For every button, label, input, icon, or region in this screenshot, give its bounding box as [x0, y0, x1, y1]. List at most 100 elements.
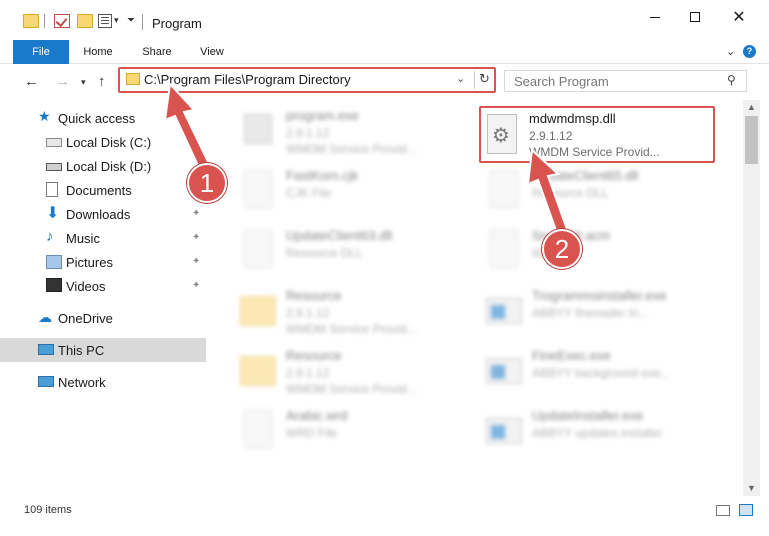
scroll-up-icon[interactable]: ▲	[747, 102, 756, 112]
pin-icon: ✦	[192, 256, 201, 267]
new-folder-icon[interactable]	[77, 14, 93, 28]
file-name: Trogrammsinstaller.exe	[532, 288, 667, 303]
sidebar-item-label: Downloads	[66, 207, 131, 222]
document-icon	[238, 408, 278, 452]
forward-arrow-icon[interactable]: →	[55, 73, 70, 90]
sidebar-item-downloads[interactable]: ⬇ Downloads ✦	[0, 202, 206, 226]
tab-file[interactable]: File	[13, 40, 69, 64]
sidebar-item-videos[interactable]: Videos ✦	[0, 274, 206, 298]
disk-icon	[46, 163, 62, 171]
list-properties-icon[interactable]	[98, 14, 112, 28]
sidebar-item-label: Local Disk (C:)	[66, 135, 152, 150]
search-input[interactable]: Search Program	[514, 74, 609, 89]
installer-icon	[484, 288, 524, 332]
tab-view[interactable]: View	[195, 40, 229, 64]
pin-icon: ✦	[192, 208, 201, 219]
highlighted-file-mdwmdmsp[interactable]: mdwmdmsp.dll 2.9.1.12 WMDM Service Provi…	[479, 106, 715, 163]
details-view-icon[interactable]	[716, 505, 730, 516]
file-name: Resource	[286, 288, 342, 303]
file-version: 2.9.1.12	[286, 306, 330, 320]
close-button[interactable]: ✕	[716, 0, 762, 34]
file-item[interactable]: Trogrammsinstaller.exe ABBYY fineoader t…	[480, 284, 720, 338]
vertical-scrollbar[interactable]: ▲ ▼	[743, 100, 760, 496]
address-dropdown-icon[interactable]: ⌄	[456, 72, 465, 85]
sidebar-item-label: Network	[58, 375, 106, 390]
title-divider	[142, 14, 143, 30]
file-name: UpdateInstaller.exe	[532, 408, 644, 423]
file-item[interactable]: FastKorn.cjk CJK File	[234, 164, 474, 218]
file-item[interactable]: UpdateClient63.dll Resource DLL	[234, 224, 474, 278]
file-description: WMDM Service Provid...	[286, 322, 417, 336]
search-icon[interactable]: ⚲	[727, 73, 736, 87]
tab-home[interactable]: Home	[78, 40, 118, 64]
file-name: UpdateClient63.dll	[286, 228, 393, 243]
file-type: WRD File	[286, 426, 338, 440]
file-item[interactable]: Resource 2.9.1.12 WMDM Service Provid...	[234, 344, 474, 398]
document-icon	[238, 228, 278, 272]
expand-ribbon-icon[interactable]: ⌄	[726, 45, 735, 58]
sidebar-item-label: Videos	[66, 279, 106, 294]
toolbar-divider	[44, 14, 45, 28]
sidebar-item-label: Documents	[66, 183, 132, 198]
disk-icon	[46, 138, 62, 147]
search-box[interactable]: Search Program ⚲	[504, 70, 747, 92]
back-arrow-icon[interactable]: ←	[24, 73, 39, 90]
document-icon	[238, 168, 278, 212]
close-icon: ✕	[732, 9, 746, 26]
document-icon	[484, 228, 524, 272]
sidebar-item-pictures[interactable]: Pictures ✦	[0, 250, 206, 274]
sidebar-item-music[interactable]: ♪ Music ✦	[0, 226, 206, 250]
file-item[interactable]: Resource 2.9.1.12 WMDM Service Provid...	[234, 284, 474, 338]
item-count: 109 items	[24, 504, 72, 516]
file-version: 2.9.1.12	[286, 126, 330, 140]
music-icon: ♪	[46, 228, 54, 245]
sidebar-item-label: Quick access	[58, 111, 136, 126]
sidebar-item-this-pc[interactable]: This PC	[0, 338, 206, 362]
gear-document-icon	[484, 168, 524, 212]
document-icon	[46, 182, 58, 197]
folder-icon[interactable]	[23, 14, 39, 28]
file-item[interactable]: Arabic.wrd WRD File	[234, 404, 474, 458]
scroll-down-icon[interactable]: ▼	[747, 483, 756, 493]
sidebar-item-label: This PC	[58, 343, 105, 358]
up-arrow-icon[interactable]: ↑	[98, 73, 106, 90]
scroll-thumb[interactable]	[745, 116, 758, 164]
file-description: ABBYY fineoader tri...	[532, 306, 649, 320]
status-bar: 109 items	[0, 498, 769, 522]
quick-access-dropdown-icon[interactable]: ▾	[114, 15, 119, 26]
download-icon: ⬇	[46, 205, 60, 222]
file-type: CJK File	[286, 186, 332, 200]
maximize-button[interactable]	[672, 0, 718, 34]
file-item[interactable]: UpdateClient65.dll Resource DLL	[480, 164, 720, 218]
sidebar-item-network[interactable]: Network	[0, 370, 206, 394]
window-title: Program	[152, 16, 202, 31]
file-name: FineExec.exe	[532, 348, 611, 363]
sidebar-item-label: Pictures	[66, 255, 113, 270]
gear-document-icon	[487, 114, 517, 154]
file-description: WMDM Service Provid...	[286, 142, 417, 156]
help-icon[interactable]: ?	[743, 45, 756, 58]
file-item[interactable]: UpdateInstaller.exe ABBYY updates instal…	[480, 404, 720, 458]
file-name: Arabic.wrd	[286, 408, 348, 423]
sidebar-item-label: Local Disk (D:)	[66, 159, 152, 174]
recent-locations-dropdown-icon[interactable]: ▾	[81, 77, 86, 88]
folder-icon	[126, 73, 140, 85]
file-version: 2.9.1.12	[529, 129, 573, 143]
file-item[interactable]: Sn...P96.acm W...	[480, 224, 720, 278]
sidebar-item-documents[interactable]: Documents ✦	[0, 178, 206, 202]
file-description: WMDM Service Provid...	[286, 382, 417, 396]
customize-toolbar-icon[interactable]: ⏷	[127, 15, 135, 26]
tab-share[interactable]: Share	[136, 40, 178, 64]
file-item[interactable]: FineExec.exe ABBYY background exe...	[480, 344, 720, 398]
annotation-badge-1: 1	[187, 163, 227, 203]
properties-check-icon[interactable]	[54, 14, 70, 28]
computer-icon	[38, 344, 54, 355]
file-item[interactable]: program.exe 2.9.1.12 WMDM Service Provid…	[234, 104, 474, 158]
refresh-icon[interactable]: ↻	[474, 71, 494, 89]
pin-icon: ✦	[192, 232, 201, 243]
folder-icon	[238, 288, 278, 332]
pin-icon: ✦	[192, 280, 201, 291]
tiles-view-icon[interactable]	[739, 504, 753, 516]
sidebar-item-onedrive[interactable]: ☁ OneDrive	[0, 306, 206, 330]
cloud-icon: ☁	[38, 309, 52, 325]
